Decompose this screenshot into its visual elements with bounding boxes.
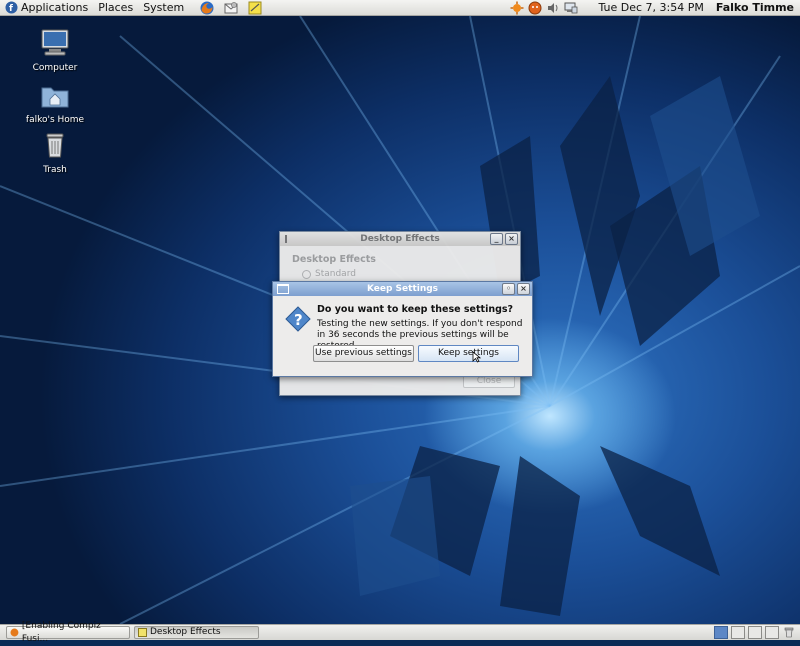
computer-icon: [41, 29, 69, 56]
mail-launcher[interactable]: [223, 1, 239, 15]
radio-circle-icon: [302, 269, 311, 279]
close-button[interactable]: ×: [517, 283, 530, 295]
user-switcher[interactable]: Falko Timme: [716, 1, 800, 14]
taskbar-item-label: Desktop Effects: [150, 627, 221, 637]
network-icon[interactable]: [564, 1, 578, 15]
desktop-icon-trash[interactable]: Trash: [18, 130, 92, 175]
taskbar-item-desktop-effects[interactable]: Desktop Effects: [134, 626, 259, 639]
keep-settings-titlebar[interactable]: Keep Settings ◦ ×: [273, 282, 532, 296]
radio-standard[interactable]: Standard: [302, 269, 356, 279]
keep-settings-button[interactable]: Keep settings: [418, 345, 519, 362]
clock[interactable]: Tue Dec 7, 3:54 PM: [580, 1, 715, 14]
notes-icon: [248, 1, 262, 14]
firefox-icon: [200, 1, 214, 14]
close-button[interactable]: ×: [505, 233, 518, 245]
system-menu[interactable]: System: [138, 0, 189, 16]
workspace-1[interactable]: [714, 626, 728, 639]
minimize-button[interactable]: _: [490, 233, 503, 245]
svg-text:?: ?: [294, 311, 303, 329]
use-previous-settings-button[interactable]: Use previous settings: [313, 345, 414, 362]
system-tray: Tue Dec 7, 3:54 PM Falko Timme: [508, 0, 800, 16]
volume-icon[interactable]: [546, 1, 560, 15]
desktop-icon-label: Trash: [43, 165, 67, 175]
desktop-icon-home[interactable]: falko's Home: [18, 80, 92, 125]
trash-icon: [784, 627, 794, 638]
question-icon: ?: [285, 306, 311, 332]
keep-settings-title: Keep Settings: [366, 284, 439, 294]
system-menu-label: System: [143, 0, 185, 14]
status-face-icon[interactable]: [528, 1, 542, 15]
workspace-4[interactable]: [765, 626, 779, 639]
notes-launcher[interactable]: [247, 1, 263, 15]
mouse-pointer-icon: [472, 351, 481, 363]
taskbar-item-compiz[interactable]: [Enabling Compiz Fusi...: [6, 621, 130, 644]
update-notifier-icon[interactable]: [510, 1, 524, 15]
desktop-effects-icon: [138, 628, 147, 637]
home-folder-icon: [41, 87, 69, 108]
workspace-2[interactable]: [731, 626, 745, 639]
places-menu-label: Places: [98, 0, 134, 14]
dialog-question: Do you want to keep these settings?: [317, 304, 514, 315]
svg-text:f: f: [9, 4, 13, 14]
mail-icon: [224, 1, 238, 13]
keep-settings-dialog: Keep Settings ◦ × ? Do you want to keep …: [272, 281, 533, 377]
radio-standard-label: Standard: [315, 269, 356, 279]
applications-menu-label: Applications: [21, 0, 89, 14]
taskbar-item-label: [Enabling Compiz Fusi...: [21, 620, 101, 644]
bottom-panel: [Enabling Compiz Fusi... Desktop Effects: [0, 621, 800, 644]
restore-button[interactable]: ◦: [502, 283, 515, 295]
firefox-launcher[interactable]: [199, 1, 215, 15]
desktop-effects-heading: Desktop Effects: [292, 254, 376, 265]
desktop-icon-computer[interactable]: Computer: [18, 28, 92, 73]
desktop-icon-label: Computer: [32, 63, 78, 73]
desktop-effects-title: Desktop Effects: [360, 234, 440, 244]
workspace-3[interactable]: [748, 626, 762, 639]
applications-menu[interactable]: f Applications: [0, 0, 93, 16]
trash-applet[interactable]: [783, 627, 795, 638]
desktop-icon-label: falko's Home: [25, 115, 85, 125]
trash-icon: [46, 133, 64, 158]
firefox-icon: [10, 628, 19, 637]
desktop-effects-titlebar[interactable]: Desktop Effects _ ×: [280, 232, 520, 246]
fedora-logo-icon: f: [5, 1, 18, 14]
top-panel: f Applications Places System Tue Dec 7, …: [0, 0, 800, 16]
places-menu[interactable]: Places: [93, 0, 138, 16]
